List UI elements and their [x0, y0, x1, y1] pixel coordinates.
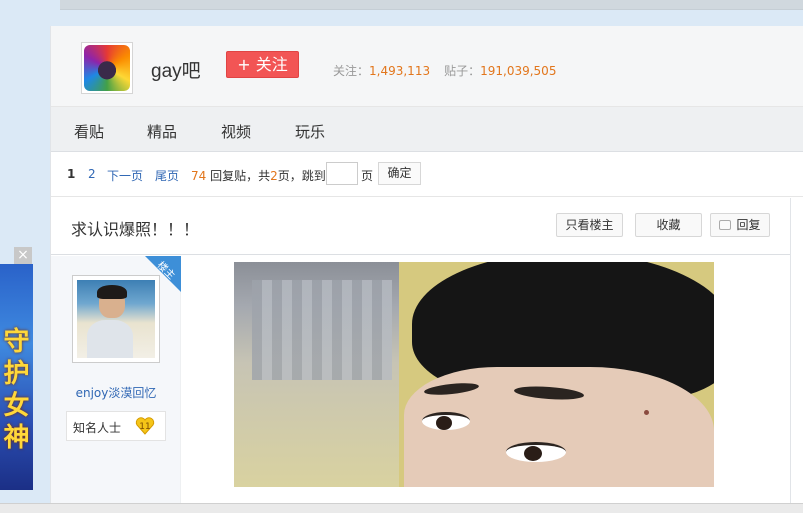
follow-count: 1,493,113: [369, 64, 431, 78]
follow-count-label: 关注：: [333, 64, 370, 78]
ad-text: 守护女神: [3, 327, 30, 453]
level-number: 11: [139, 422, 150, 432]
user-avatar[interactable]: [72, 275, 160, 363]
forum-nav: 看贴 精品 视频 玩乐: [51, 107, 803, 152]
right-sidebar-edge: [790, 198, 803, 503]
reply-button-label: 回复: [736, 218, 761, 232]
reply-count: 74: [191, 169, 207, 183]
page-2-link[interactable]: 2: [88, 167, 96, 181]
only-op-button[interactable]: 只看楼主: [556, 213, 623, 237]
forum-name[interactable]: gay吧: [151, 56, 201, 83]
browser-top-strip: [60, 0, 803, 10]
forum-avatar[interactable]: [81, 42, 133, 94]
post-author-column: 楼主 enjoy淡漠回忆 知名人士 11: [51, 256, 181, 513]
forum-stats: 关注：1,493,113 贴子：191,039,505: [333, 62, 556, 79]
ad-banner[interactable]: 守护女神: [0, 264, 33, 490]
post-count: 191,039,505: [480, 64, 557, 78]
thread-title: 求认识爆照！！！: [71, 220, 200, 239]
pagination-bar: 1 2 下一页 尾页 74 回复贴，共2页，跳到 页 确定: [51, 152, 803, 197]
comment-icon: [719, 220, 732, 230]
ad-close-icon[interactable]: ×: [14, 247, 32, 264]
tab-posts[interactable]: 看贴: [74, 121, 104, 142]
browser-bottom-bar: [0, 503, 803, 513]
tab-featured[interactable]: 精品: [147, 121, 177, 142]
reply-summary: 74 回复贴，共2页，跳到: [191, 167, 326, 184]
collect-button[interactable]: 收藏: [635, 213, 702, 237]
page-total: 2: [270, 169, 278, 183]
last-page-link[interactable]: 尾页: [155, 167, 179, 184]
reply-text: 回复贴，共: [210, 169, 271, 183]
level-title: 知名人士: [73, 421, 122, 435]
post-photo[interactable]: [234, 262, 714, 487]
jump-confirm-button[interactable]: 确定: [378, 162, 421, 185]
next-page-link[interactable]: 下一页: [107, 167, 143, 184]
tab-videos[interactable]: 视频: [221, 121, 251, 142]
thread-title-bar: 求认识爆照！！！ 只看楼主 收藏 回复: [51, 197, 803, 255]
heart-level-icon: 11: [135, 417, 155, 435]
jump-page-input[interactable]: [326, 162, 358, 185]
page-total-suffix: 页，跳到: [277, 169, 326, 183]
post-count-label: 贴子：: [444, 64, 481, 78]
forum-header: gay吧 + 关注 关注：1,493,113 贴子：191,039,505: [51, 26, 803, 107]
page-current: 1: [67, 167, 76, 181]
user-level-badge[interactable]: 知名人士 11: [66, 411, 166, 441]
side-ad[interactable]: × 守护女神: [0, 247, 33, 490]
follow-button[interactable]: + 关注: [226, 51, 299, 78]
rainbow-logo-icon: [84, 45, 130, 91]
page-unit: 页: [361, 169, 374, 183]
username-link[interactable]: enjoy淡漠回忆: [51, 384, 181, 401]
tab-fun[interactable]: 玩乐: [295, 121, 325, 142]
reply-button[interactable]: 回复: [710, 213, 770, 237]
